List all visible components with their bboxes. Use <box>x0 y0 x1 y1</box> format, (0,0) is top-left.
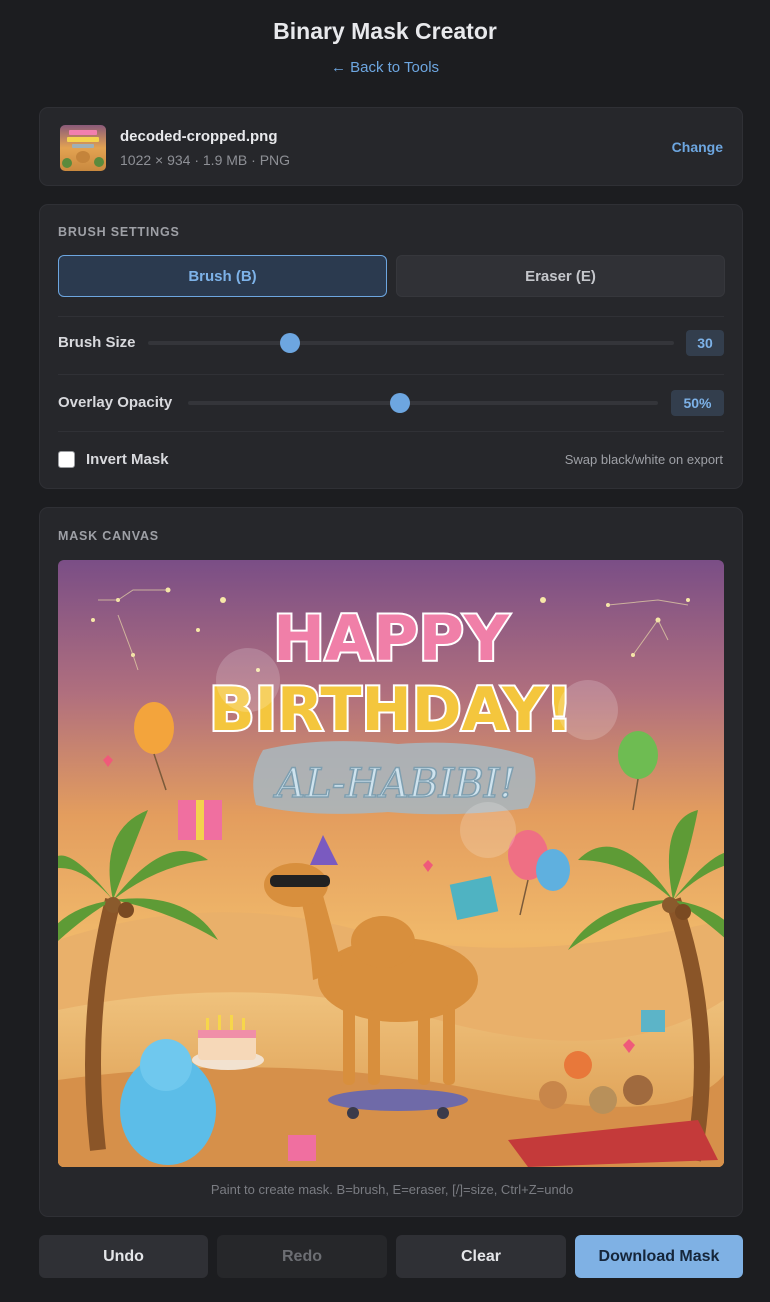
divider <box>58 431 724 432</box>
mask-canvas-label: MASK CANVAS <box>58 529 159 543</box>
canvas-hint: Paint to create mask. B=brush, E=eraser,… <box>210 1182 574 1197</box>
brush-size-label: Brush Size <box>58 334 136 351</box>
undo-button[interactable]: Undo <box>39 1235 208 1278</box>
divider <box>58 316 724 317</box>
overlay-opacity-slider[interactable] <box>188 393 658 413</box>
image-text-happy: HAPPY <box>273 602 510 675</box>
mask-canvas-panel: MASK CANVAS HAPPY BIRTHDAY! AL-HABIBI! P… <box>39 507 743 1217</box>
image-text-habibi: AL-HABIBI! <box>272 761 515 807</box>
file-meta: 1022 × 934 · 1.9 MB · PNG <box>120 152 291 168</box>
brush-size-slider[interactable] <box>148 333 674 353</box>
mask-canvas[interactable]: HAPPY BIRTHDAY! AL-HABIBI! <box>58 560 724 1167</box>
redo-button[interactable]: Redo <box>217 1235 387 1278</box>
brush-size-slider-thumb[interactable] <box>280 333 301 353</box>
invert-mask-checkbox[interactable] <box>58 451 75 468</box>
brush-mode-button[interactable]: Brush (B) <box>58 255 387 297</box>
file-card: decoded-cropped.png 1022 × 934 · 1.9 MB … <box>39 107 743 186</box>
file-thumbnail <box>60 125 106 171</box>
download-mask-button[interactable]: Download Mask <box>575 1235 743 1278</box>
file-name: decoded-cropped.png <box>120 128 278 145</box>
overlay-opacity-value: 50% <box>671 390 724 416</box>
divider <box>58 374 724 375</box>
clear-button[interactable]: Clear <box>396 1235 566 1278</box>
brush-settings-panel: BRUSH SETTINGS Brush (B) Eraser (E) Brus… <box>39 204 743 489</box>
back-to-tools-link[interactable]: ← Back to Tools <box>0 59 770 76</box>
brush-size-value: 30 <box>686 330 724 356</box>
overlay-opacity-label: Overlay Opacity <box>58 394 173 411</box>
canvas-image: HAPPY BIRTHDAY! AL-HABIBI! <box>58 560 724 1167</box>
invert-mask-hint: Swap black/white on export <box>564 452 723 467</box>
eraser-mode-button[interactable]: Eraser (E) <box>396 255 725 297</box>
change-file-button[interactable]: Change <box>672 139 723 155</box>
overlay-opacity-slider-thumb[interactable] <box>389 393 410 413</box>
page-title: Binary Mask Creator <box>273 18 497 44</box>
invert-mask-label[interactable]: Invert Mask <box>86 451 169 468</box>
brush-settings-label: BRUSH SETTINGS <box>58 225 180 239</box>
